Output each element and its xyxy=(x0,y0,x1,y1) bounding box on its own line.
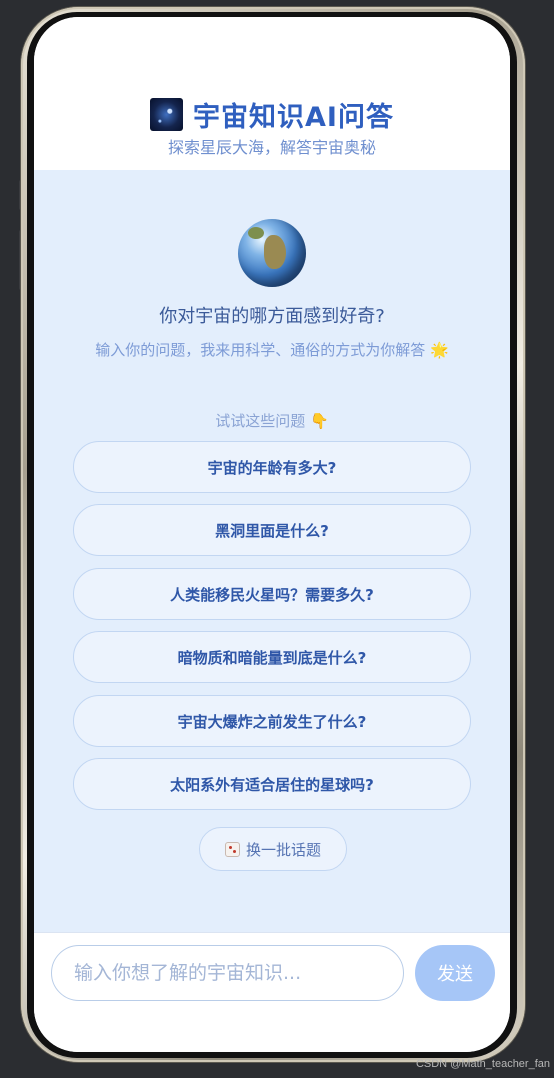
earth-globe-icon xyxy=(238,219,306,287)
refresh-topics-button[interactable]: 换一批话题 xyxy=(199,827,347,871)
chat-content-area[interactable]: 你对宇宙的哪方面感到好奇? 输入你的问题，我来用科学、通俗的方式为你解答 🌟 试… xyxy=(34,170,510,932)
send-button[interactable]: 发送 xyxy=(415,945,495,1001)
suggestion-button[interactable]: 暗物质和暗能量到底是什么? xyxy=(73,631,471,683)
dice-icon xyxy=(224,841,240,857)
question-input[interactable] xyxy=(51,945,404,1001)
suggestion-button[interactable]: 人类能移民火星吗？需要多久? xyxy=(73,568,471,620)
try-questions-label: 试试这些问题 👇 xyxy=(215,412,329,430)
app-header: 宇宙知识AI问答 探索星辰大海，解答宇宙奥秘 xyxy=(34,17,510,170)
watermark: CSDN @Math_teacher_fan xyxy=(415,1058,550,1070)
app-subtitle: 探索星辰大海，解答宇宙奥秘 xyxy=(167,138,376,157)
suggestion-button[interactable]: 黑洞里面是什么? xyxy=(73,504,471,556)
input-bar: 发送 xyxy=(34,932,510,1052)
welcome-intro: 输入你的问题，我来用科学、通俗的方式为你解答 🌟 xyxy=(95,341,449,359)
app-screen: 宇宙知识AI问答 探索星辰大海，解答宇宙奥秘 你对宇宙的哪方面感到好奇? 输入你… xyxy=(34,17,510,1052)
galaxy-icon xyxy=(150,98,184,131)
suggestion-button[interactable]: 太阳系外有适合居住的星球吗? xyxy=(73,758,471,810)
suggestion-button[interactable]: 宇宙大爆炸之前发生了什么? xyxy=(73,695,471,747)
refresh-topics-label: 换一批话题 xyxy=(245,840,321,859)
welcome-heading: 你对宇宙的哪方面感到好奇? xyxy=(159,306,385,327)
app-title: 宇宙知识AI问答 xyxy=(193,102,394,133)
title-row: 宇宙知识AI问答 xyxy=(34,95,510,134)
suggestion-button[interactable]: 宇宙的年龄有多大? xyxy=(73,441,471,493)
screenshot-stage: 宇宙知识AI问答 探索星辰大海，解答宇宙奥秘 你对宇宙的哪方面感到好奇? 输入你… xyxy=(0,0,554,1078)
